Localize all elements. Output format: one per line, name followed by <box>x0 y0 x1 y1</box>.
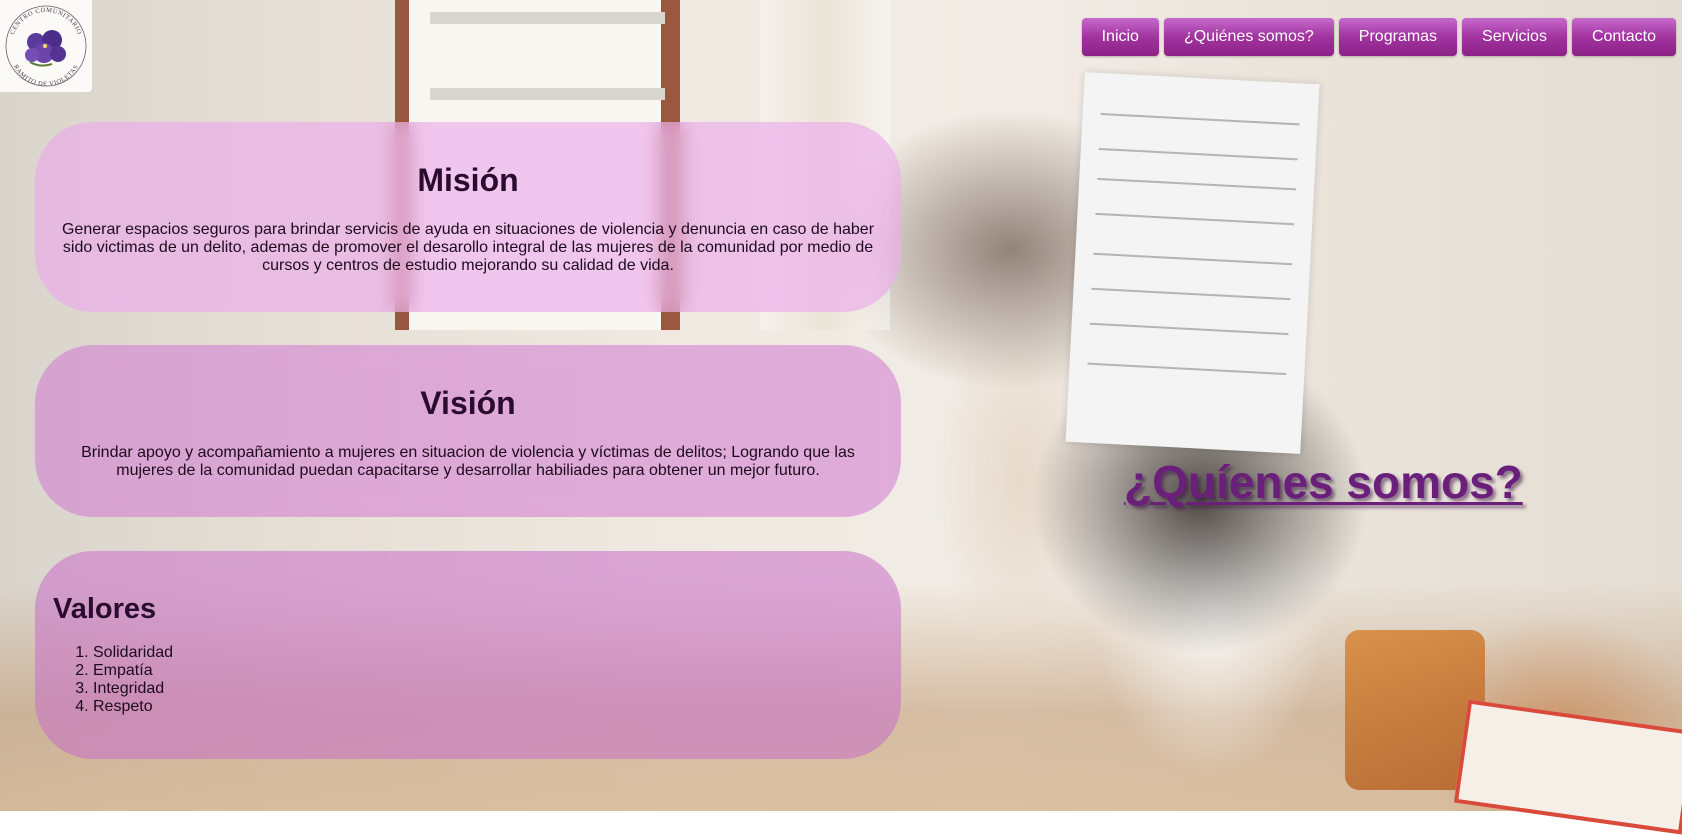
vision-card: Visión Brindar apoyo y acompañamiento a … <box>35 345 901 517</box>
logo[interactable]: CENTRO COMUNITARIO RAMITO DE VIOLETAS <box>0 0 92 92</box>
nav-programas[interactable]: Programas <box>1338 18 1458 56</box>
nav-contacto[interactable]: Contacto <box>1571 18 1676 56</box>
list-item: Empatía <box>93 662 883 680</box>
svg-text:RAMITO DE VIOLETAS: RAMITO DE VIOLETAS <box>12 64 80 88</box>
mision-card: Misión Generar espacios seguros para bri… <box>35 122 901 312</box>
valores-title: Valores <box>53 593 157 625</box>
violet-logo-icon: CENTRO COMUNITARIO RAMITO DE VIOLETAS <box>5 5 87 88</box>
whiteboard-decoration <box>1065 72 1320 454</box>
vision-title: Visión <box>420 385 516 421</box>
svg-text:CENTRO COMUNITARIO: CENTRO COMUNITARIO <box>9 7 83 36</box>
list-item: Solidaridad <box>93 644 883 662</box>
list-item: Integridad <box>93 680 883 698</box>
valores-list: Solidaridad Empatía Integridad Respeto <box>53 644 883 716</box>
mision-text: Generar espacios seguros para brindar se… <box>61 221 875 274</box>
vision-text: Brindar apoyo y acompañamiento a mujeres… <box>81 444 855 479</box>
window-blind <box>430 88 665 100</box>
poster-decoration <box>1453 699 1682 835</box>
nav-quienes-somos[interactable]: ¿Quiénes somos? <box>1163 18 1334 56</box>
mision-title: Misión <box>417 162 519 198</box>
main-nav: Inicio ¿Quiénes somos? Programas Servici… <box>1081 18 1676 56</box>
nav-servicios[interactable]: Servicios <box>1462 18 1567 56</box>
page-title[interactable]: ¿Quíenes somos? <box>1124 455 1523 509</box>
list-item: Respeto <box>93 698 883 716</box>
nav-inicio[interactable]: Inicio <box>1081 18 1159 56</box>
valores-card: Valores Solidaridad Empatía Integridad R… <box>35 551 901 759</box>
window-blind <box>430 12 665 24</box>
